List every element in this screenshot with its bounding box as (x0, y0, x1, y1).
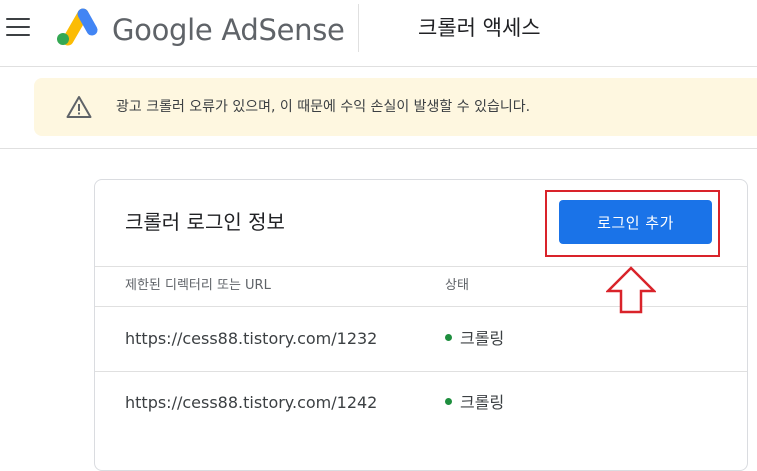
card-title: 크롤러 로그인 정보 (125, 210, 285, 234)
row-status-label: 크롤링 (460, 329, 505, 348)
section-divider (0, 148, 757, 149)
column-header-status: 상태 (445, 278, 469, 293)
row-url: https://cess88.tistory.com/1242 (125, 393, 378, 412)
adsense-logo-icon[interactable] (54, 6, 100, 48)
header-divider (358, 4, 359, 52)
warning-message: 광고 크롤러 오류가 있으며, 이 때문에 수익 손실이 발생할 수 있습니다. (116, 99, 531, 115)
table-divider (95, 371, 747, 372)
row-status: 크롤링 (445, 328, 504, 350)
column-header-path: 제한된 디렉터리 또는 URL (125, 278, 271, 293)
page-title: 크롤러 액세스 (418, 16, 541, 40)
row-status-label: 크롤링 (460, 393, 505, 412)
warning-icon (66, 96, 92, 118)
row-url: https://cess88.tistory.com/1232 (125, 329, 378, 348)
row-status: 크롤링 (445, 392, 504, 414)
status-dot-icon (445, 398, 452, 405)
top-app-bar: Google AdSense 크롤러 액세스 (0, 0, 757, 67)
menu-icon[interactable] (6, 18, 30, 36)
status-dot-icon (445, 334, 452, 341)
arrow-up-icon (606, 266, 656, 314)
warning-banner: 광고 크롤러 오류가 있으며, 이 때문에 수익 손실이 발생할 수 있습니다. (34, 78, 757, 136)
brand-name: Google AdSense (112, 13, 345, 47)
annotation-highlight-box (545, 190, 720, 257)
